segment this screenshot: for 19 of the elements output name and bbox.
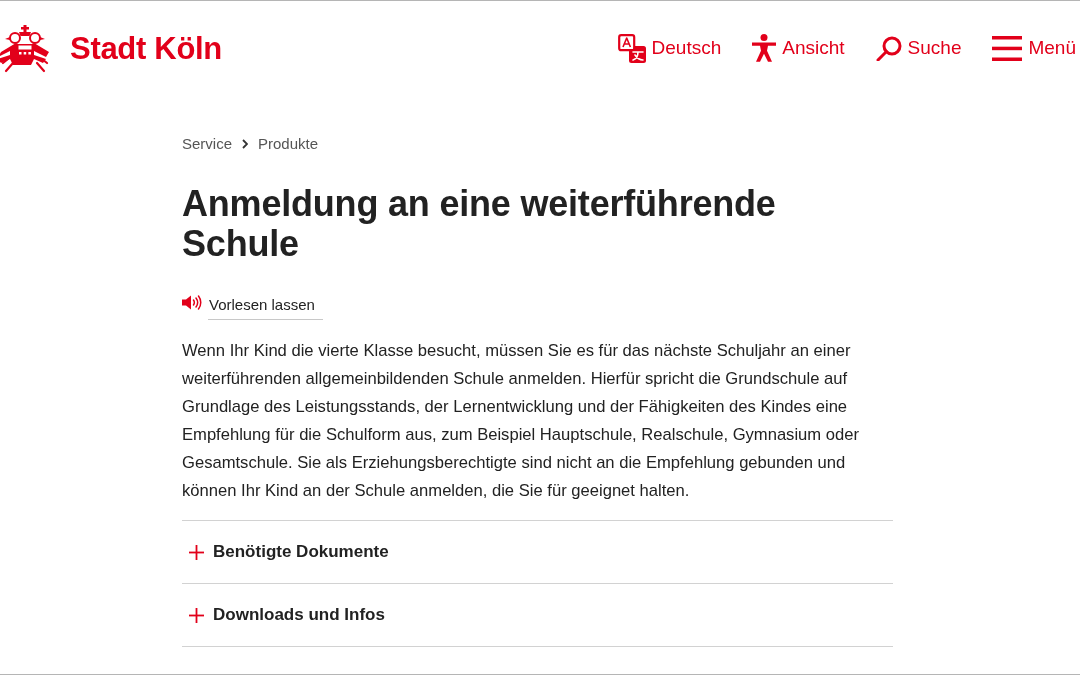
home-logo-link[interactable]: Stadt Köln	[0, 25, 222, 73]
menu-icon	[992, 35, 1023, 61]
intro-paragraph: Wenn Ihr Kind die vierte Klasse besucht, müssen Sie es für das nächste Schuljahr an einer weiterführenden allgemeinbildenden Schule anmelden. Hierfür spricht die Grundschule auf Grundlage des Leistungsstands, der Lernentwicklung und der Fähigkeiten des Kindes eine Empfehlung für die Schulform aus, zum Beispiel Hauptschule, Realschule, Gymnasium oder Gesamtschule. Sie als Erziehungsberechtigte sind nicht an die Empfehlung gebunden und können Ihr Kind an der Schule anmelden, die Sie für geeignet halten.	[182, 340, 860, 502]
crest-icon[interactable]	[0, 25, 50, 73]
page-title: Anmeldung an eine weiterführende Schule	[182, 184, 777, 264]
read-aloud-button[interactable]: Vorlesen lassen	[208, 295, 323, 320]
search-icon	[875, 35, 902, 61]
accordion-toggle[interactable]: Downloads und Infos	[182, 584, 893, 647]
translate-icon	[617, 33, 646, 63]
menu-button[interactable]: Menü	[992, 35, 1076, 61]
language-button[interactable]: Deutsch	[617, 33, 722, 63]
person-icon	[752, 34, 777, 62]
accordion-toggle[interactable]: Benötigte Dokumente	[182, 521, 893, 584]
speaker-icon	[182, 295, 202, 310]
chevron-icon	[242, 139, 249, 149]
view-button[interactable]: Ansicht	[752, 34, 845, 62]
search-button[interactable]: Suche	[875, 35, 962, 61]
breadcrumb-link[interactable]: Produkte	[258, 134, 319, 154]
breadcrumb-link[interactable]: Service	[182, 134, 233, 154]
